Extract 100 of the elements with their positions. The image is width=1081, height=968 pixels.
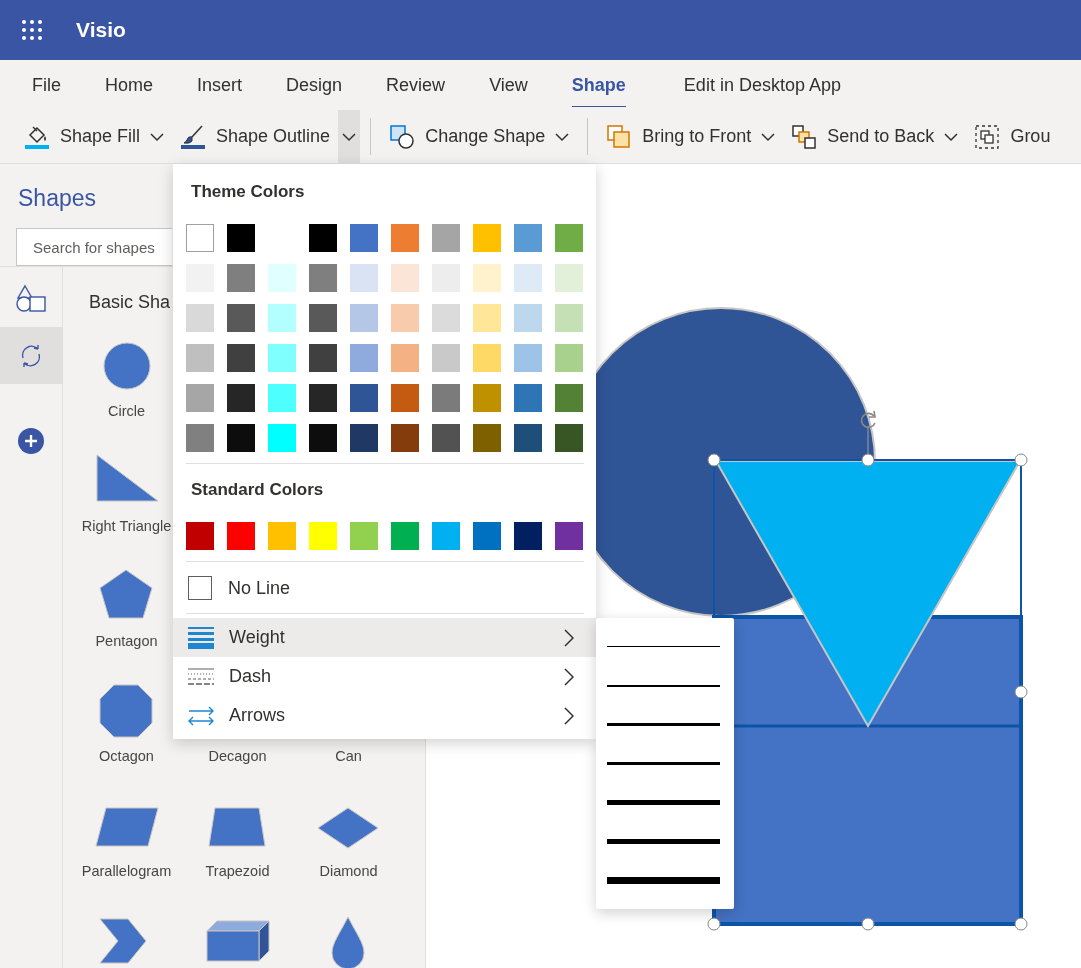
cube-shape-icon[interactable] bbox=[204, 919, 271, 963]
color-swatch[interactable] bbox=[227, 304, 255, 332]
color-swatch[interactable] bbox=[186, 522, 214, 550]
color-swatch[interactable] bbox=[309, 384, 337, 412]
ribbon-tab[interactable]: Insert bbox=[175, 60, 265, 110]
color-swatch[interactable] bbox=[555, 224, 583, 252]
color-swatch[interactable] bbox=[350, 424, 378, 452]
ribbon-tab[interactable]: View bbox=[467, 60, 550, 110]
color-swatch[interactable] bbox=[309, 522, 337, 550]
app-launcher-icon[interactable] bbox=[21, 19, 43, 41]
resize-handle[interactable] bbox=[1014, 453, 1028, 467]
circle-shape-icon[interactable] bbox=[101, 341, 152, 391]
dropdown-button[interactable] bbox=[338, 110, 361, 163]
ribbon-tab[interactable]: File bbox=[10, 60, 83, 110]
color-swatch[interactable] bbox=[309, 424, 337, 452]
color-swatch[interactable] bbox=[473, 224, 501, 252]
resize-handle[interactable] bbox=[707, 453, 721, 467]
resize-handle[interactable] bbox=[1014, 917, 1028, 931]
toolbar-button[interactable]: Change Shape bbox=[381, 110, 578, 163]
ribbon-tab[interactable]: Review bbox=[364, 60, 468, 110]
color-swatch[interactable] bbox=[514, 224, 542, 252]
color-swatch[interactable] bbox=[473, 344, 501, 372]
color-swatch[interactable] bbox=[432, 522, 460, 550]
line-weight-option[interactable] bbox=[607, 838, 720, 845]
color-swatch[interactable] bbox=[555, 522, 583, 550]
ribbon-tab[interactable]: Home bbox=[83, 60, 176, 110]
color-swatch[interactable] bbox=[350, 384, 378, 412]
toolbar-button[interactable]: Grou bbox=[966, 110, 1059, 163]
color-swatch[interactable] bbox=[268, 384, 296, 412]
color-swatch[interactable] bbox=[227, 384, 255, 412]
color-swatch[interactable] bbox=[432, 304, 460, 332]
color-swatch[interactable] bbox=[391, 522, 419, 550]
color-swatch[interactable] bbox=[514, 304, 542, 332]
menu-item[interactable]: Arrows bbox=[173, 696, 596, 735]
toolbar-button[interactable]: Bring to Front bbox=[598, 110, 784, 163]
color-swatch[interactable] bbox=[514, 264, 542, 292]
color-swatch[interactable] bbox=[350, 344, 378, 372]
color-swatch[interactable] bbox=[268, 344, 296, 372]
menu-item[interactable]: Weight bbox=[173, 618, 596, 657]
color-swatch[interactable] bbox=[350, 264, 378, 292]
color-swatch[interactable] bbox=[473, 304, 501, 332]
color-swatch[interactable] bbox=[432, 384, 460, 412]
menu-item[interactable]: Dash bbox=[173, 657, 596, 696]
color-swatch[interactable] bbox=[227, 424, 255, 452]
resize-handle[interactable] bbox=[861, 917, 875, 931]
checkbox[interactable] bbox=[188, 576, 212, 600]
ribbon-tab[interactable]: Design bbox=[264, 60, 365, 110]
color-swatch[interactable] bbox=[555, 304, 583, 332]
color-swatch[interactable] bbox=[186, 384, 214, 412]
color-swatch[interactable] bbox=[186, 344, 214, 372]
color-swatch[interactable] bbox=[309, 224, 337, 252]
color-swatch[interactable] bbox=[555, 424, 583, 452]
color-swatch[interactable] bbox=[350, 304, 378, 332]
line-weight-option[interactable] bbox=[607, 761, 720, 766]
color-swatch[interactable] bbox=[514, 424, 542, 452]
color-swatch[interactable] bbox=[555, 384, 583, 412]
color-swatch[interactable] bbox=[227, 224, 255, 252]
color-swatch[interactable] bbox=[186, 304, 214, 332]
no-line-option[interactable]: No Line bbox=[186, 574, 291, 602]
color-swatch[interactable] bbox=[268, 522, 296, 550]
color-swatch[interactable] bbox=[473, 522, 501, 550]
color-swatch[interactable] bbox=[432, 424, 460, 452]
rotate-handle[interactable] bbox=[860, 410, 876, 455]
ribbon-tab[interactable]: Edit in Desktop App bbox=[661, 60, 863, 110]
color-swatch[interactable] bbox=[473, 264, 501, 292]
color-swatch[interactable] bbox=[473, 424, 501, 452]
color-swatch[interactable] bbox=[391, 304, 419, 332]
color-swatch[interactable] bbox=[555, 264, 583, 292]
search-field[interactable]: Search for shapes bbox=[16, 228, 172, 266]
color-swatch[interactable] bbox=[391, 424, 419, 452]
color-swatch[interactable] bbox=[309, 264, 337, 292]
color-swatch[interactable] bbox=[432, 224, 460, 252]
resize-handle[interactable] bbox=[707, 917, 721, 931]
color-swatch[interactable] bbox=[268, 264, 296, 292]
color-swatch[interactable] bbox=[227, 264, 255, 292]
color-swatch[interactable] bbox=[391, 224, 419, 252]
color-swatch[interactable] bbox=[514, 344, 542, 372]
color-swatch[interactable] bbox=[391, 384, 419, 412]
color-swatch[interactable] bbox=[227, 344, 255, 372]
color-swatch[interactable] bbox=[514, 384, 542, 412]
color-swatch[interactable] bbox=[309, 344, 337, 372]
resize-handle[interactable] bbox=[861, 453, 875, 467]
color-swatch[interactable] bbox=[391, 264, 419, 292]
color-swatch[interactable] bbox=[514, 522, 542, 550]
color-swatch[interactable] bbox=[186, 424, 214, 452]
toolbar-button[interactable]: Shape Outline bbox=[172, 110, 339, 163]
color-swatch[interactable] bbox=[309, 304, 337, 332]
color-swatch[interactable] bbox=[473, 384, 501, 412]
color-swatch[interactable] bbox=[350, 224, 378, 252]
line-weight-option[interactable] bbox=[607, 684, 720, 687]
color-swatch[interactable] bbox=[391, 344, 419, 372]
color-swatch[interactable] bbox=[432, 344, 460, 372]
resize-handle[interactable] bbox=[1014, 685, 1028, 699]
color-swatch[interactable] bbox=[350, 522, 378, 550]
color-swatch[interactable] bbox=[227, 522, 255, 550]
line-weight-option[interactable] bbox=[607, 645, 720, 648]
color-swatch[interactable] bbox=[268, 424, 296, 452]
toolbar-button[interactable]: Send to Back bbox=[783, 110, 967, 163]
toolbar-button[interactable]: Shape Fill bbox=[16, 110, 173, 163]
color-swatch[interactable] bbox=[268, 304, 296, 332]
